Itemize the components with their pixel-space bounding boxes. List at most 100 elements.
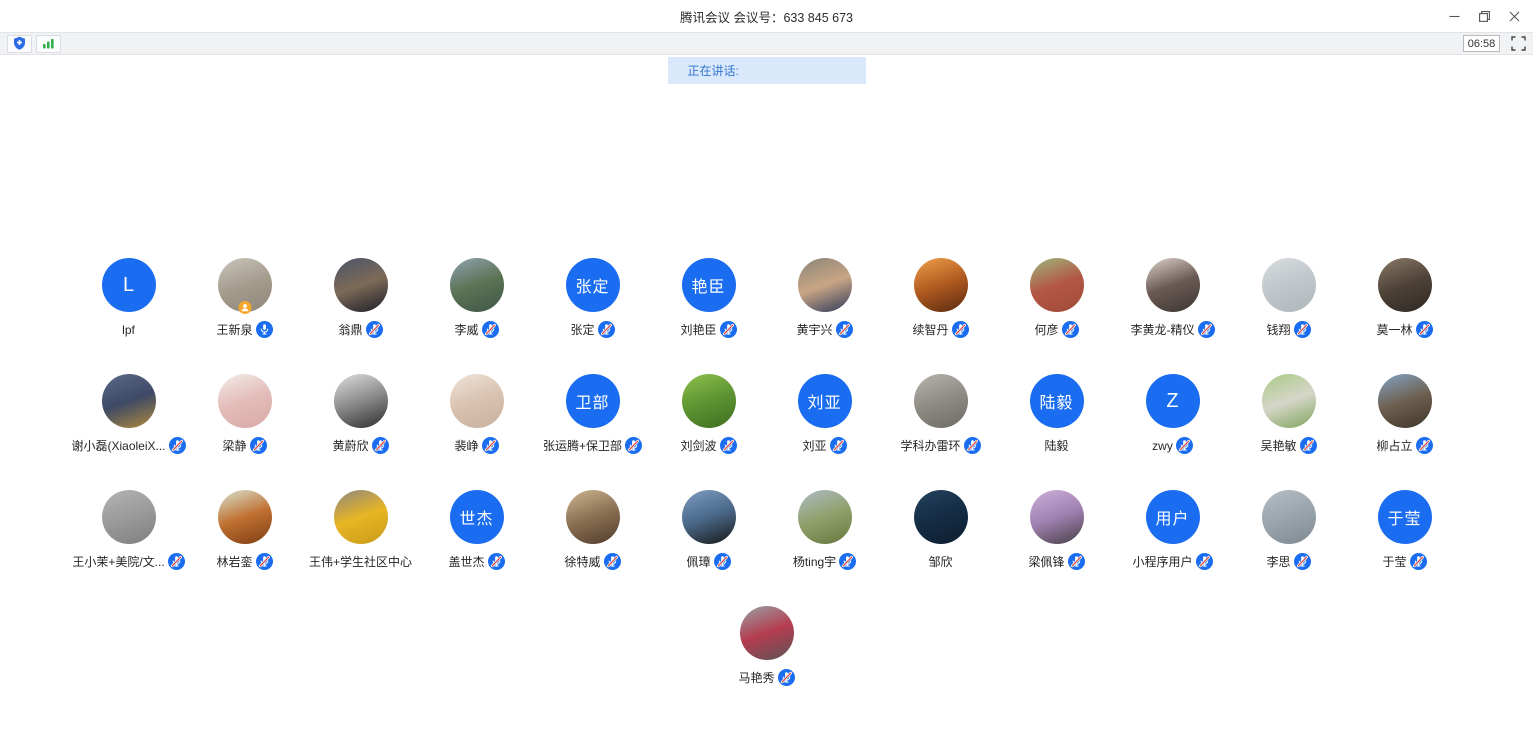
titlebar: 腾讯会议 会议号：633 845 673 bbox=[0, 0, 1533, 32]
participant-photo-avatar bbox=[1030, 490, 1084, 544]
network-signal-icon[interactable] bbox=[36, 35, 61, 53]
mic-muted-icon bbox=[482, 437, 499, 454]
participant-cell[interactable]: 莫一林 bbox=[1347, 258, 1463, 338]
minimize-icon[interactable] bbox=[1439, 0, 1469, 32]
participant-name: 黄蔚欣 bbox=[332, 437, 368, 454]
participant-cell[interactable]: 李黄龙-精仪 bbox=[1115, 258, 1231, 338]
participant-name-row: 张定 bbox=[570, 321, 614, 338]
participant-cell[interactable]: 卫部张运腾+保卫部 bbox=[535, 374, 651, 454]
restore-icon[interactable] bbox=[1469, 0, 1499, 32]
participant-cell[interactable]: 王新泉 bbox=[187, 258, 303, 338]
participant-cell[interactable]: 吴艳敏 bbox=[1231, 374, 1347, 454]
participant-name: 张定 bbox=[570, 321, 594, 338]
participant-name: 续智丹 bbox=[912, 321, 948, 338]
participant-name: 于莹 bbox=[1382, 553, 1406, 570]
participant-cell[interactable]: 马艳秀 bbox=[709, 606, 825, 686]
participant-name-row: 莫一林 bbox=[1376, 321, 1432, 338]
participant-grid: Llpf 王新泉 翁鼎 李威 张定张定 bbox=[0, 258, 1533, 722]
participant-cell[interactable]: 翁鼎 bbox=[303, 258, 419, 338]
participant-cell[interactable]: 李思 bbox=[1231, 490, 1347, 570]
mic-muted-icon bbox=[250, 437, 267, 454]
participant-cell[interactable]: 钱翔 bbox=[1231, 258, 1347, 338]
participant-photo-avatar bbox=[218, 490, 272, 544]
participant-cell[interactable]: 陆毅陆毅 bbox=[999, 374, 1115, 454]
participant-cell[interactable]: 柳占立 bbox=[1347, 374, 1463, 454]
participant-name-row: 梁佩锋 bbox=[1028, 553, 1084, 570]
participant-name-row: 李威 bbox=[454, 321, 498, 338]
participant-photo-avatar bbox=[914, 374, 968, 428]
mic-on-icon bbox=[256, 321, 273, 338]
participant-name-row: 续智丹 bbox=[912, 321, 968, 338]
mic-muted-icon bbox=[1196, 553, 1213, 570]
participant-cell[interactable]: 学科办雷环 bbox=[883, 374, 999, 454]
participant-cell[interactable]: 杨ting宇 bbox=[767, 490, 883, 570]
participant-cell[interactable]: Zzwy bbox=[1115, 374, 1231, 454]
participant-photo-avatar bbox=[1378, 374, 1432, 428]
participant-name: 刘艳臣 bbox=[680, 321, 716, 338]
participant-cell[interactable]: 用户小程序用户 bbox=[1115, 490, 1231, 570]
mic-muted-icon bbox=[604, 553, 621, 570]
participant-name: 李黄龙-精仪 bbox=[1131, 321, 1195, 338]
participant-cell[interactable]: Llpf bbox=[71, 258, 187, 338]
participant-cell[interactable]: 徐特威 bbox=[535, 490, 651, 570]
participant-cell[interactable]: 梁静 bbox=[187, 374, 303, 454]
mic-muted-icon bbox=[1416, 321, 1433, 338]
participant-name-row: 王小茉+美院/文... bbox=[72, 553, 184, 570]
participant-name-row: 王伟+学生社区中心 bbox=[309, 553, 412, 570]
participant-cell[interactable]: 谢小磊(XiaoleiX... bbox=[71, 374, 187, 454]
participant-name: 徐特威 bbox=[564, 553, 600, 570]
participant-name: 陆毅 bbox=[1044, 437, 1068, 454]
host-badge-icon bbox=[238, 301, 251, 314]
participant-cell[interactable]: 王小茉+美院/文... bbox=[71, 490, 187, 570]
participant-initials-avatar: 张定 bbox=[566, 258, 620, 312]
mic-muted-icon bbox=[1176, 437, 1193, 454]
participant-cell[interactable]: 林岩銮 bbox=[187, 490, 303, 570]
participant-photo-avatar bbox=[914, 258, 968, 312]
participant-cell[interactable]: 黄蔚欣 bbox=[303, 374, 419, 454]
participant-cell[interactable]: 王伟+学生社区中心 bbox=[303, 490, 419, 570]
participant-name: 李思 bbox=[1266, 553, 1290, 570]
participant-name: lpf bbox=[122, 323, 135, 337]
participant-cell[interactable]: 刘亚刘亚 bbox=[767, 374, 883, 454]
participant-cell[interactable]: 佩璋 bbox=[651, 490, 767, 570]
participant-cell[interactable]: 世杰盖世杰 bbox=[419, 490, 535, 570]
participant-photo-avatar bbox=[1378, 258, 1432, 312]
participant-name: 王新泉 bbox=[216, 321, 252, 338]
participant-photo-avatar bbox=[1262, 374, 1316, 428]
participant-cell[interactable]: 梁佩锋 bbox=[999, 490, 1115, 570]
mic-muted-icon bbox=[1410, 553, 1427, 570]
participant-name: 王伟+学生社区中心 bbox=[309, 553, 412, 570]
participant-cell[interactable]: 刘剑波 bbox=[651, 374, 767, 454]
mic-muted-icon bbox=[1416, 437, 1433, 454]
participant-row: 马艳秀 bbox=[0, 606, 1533, 686]
speaking-banner: 正在讲话: bbox=[668, 57, 866, 84]
participant-name-row: 刘艳臣 bbox=[680, 321, 736, 338]
participant-name-row: 佩璋 bbox=[686, 553, 730, 570]
participant-cell[interactable]: 李威 bbox=[419, 258, 535, 338]
fullscreen-icon[interactable] bbox=[1511, 36, 1526, 51]
participant-cell[interactable]: 黄宇兴 bbox=[767, 258, 883, 338]
participant-cell[interactable]: 艳臣刘艳臣 bbox=[651, 258, 767, 338]
participant-name-row: zwy bbox=[1152, 437, 1193, 454]
participant-row: 王小茉+美院/文... 林岩銮 王伟+学生社区中心世杰盖世杰 徐特威 bbox=[0, 490, 1533, 570]
participant-cell[interactable]: 裴峥 bbox=[419, 374, 535, 454]
participant-cell[interactable]: 张定张定 bbox=[535, 258, 651, 338]
participant-name-row: 张运腾+保卫部 bbox=[543, 437, 642, 454]
toolbar-right: 06:58 bbox=[1463, 35, 1526, 52]
participant-cell[interactable]: 于莹于莹 bbox=[1347, 490, 1463, 570]
mic-muted-icon bbox=[964, 437, 981, 454]
participant-name: 吴艳敏 bbox=[1260, 437, 1296, 454]
participant-name: 谢小磊(XiaoleiX... bbox=[71, 437, 165, 454]
participant-name: 刘亚 bbox=[802, 437, 826, 454]
participant-name: 杨ting宇 bbox=[793, 553, 836, 570]
security-shield-icon[interactable] bbox=[7, 35, 32, 53]
participant-initials-avatar: 卫部 bbox=[566, 374, 620, 428]
participant-cell[interactable]: 续智丹 bbox=[883, 258, 999, 338]
participant-name: 王小茉+美院/文... bbox=[72, 553, 164, 570]
participant-name: 莫一林 bbox=[1376, 321, 1412, 338]
mic-muted-icon bbox=[1300, 437, 1317, 454]
participant-name-row: 何彦 bbox=[1034, 321, 1078, 338]
close-icon[interactable] bbox=[1499, 0, 1529, 32]
participant-cell[interactable]: 何彦 bbox=[999, 258, 1115, 338]
participant-cell[interactable]: 邹欣 bbox=[883, 490, 999, 570]
